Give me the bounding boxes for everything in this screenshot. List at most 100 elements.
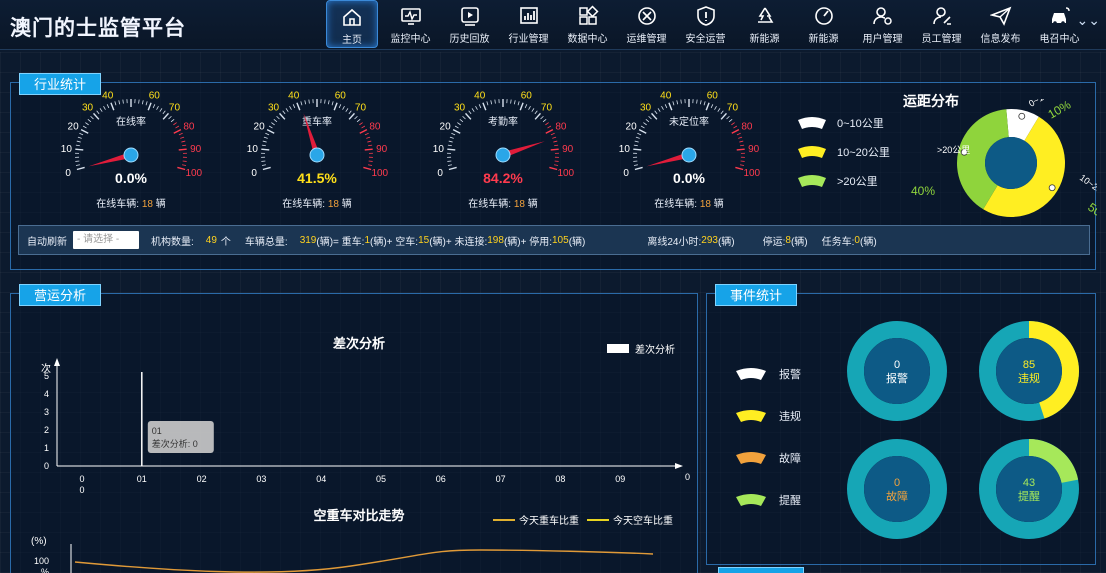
gauge-tick: [173, 128, 182, 134]
gauge-tick: [99, 108, 103, 112]
gauge-tick: [263, 136, 268, 139]
gauge-tick: [96, 110, 100, 115]
nav-item-8[interactable]: 新能源: [794, 0, 853, 48]
event-donut-label: 提醒: [1018, 490, 1040, 503]
gauge-tick-label: 90: [748, 144, 760, 155]
gauge-tick: [668, 102, 673, 111]
gauge-tick: [534, 112, 541, 120]
gauge-tick: [304, 100, 307, 105]
gauge-tick: [637, 132, 642, 136]
gauge-tick: [494, 99, 496, 104]
gauge-tick-label: 40: [660, 90, 672, 101]
gauge-tick: [664, 104, 668, 109]
gauge-tick: [703, 101, 706, 106]
event-legend-item: 违规: [735, 408, 801, 424]
nav-label: 运维管理: [626, 34, 667, 45]
event-donut-count: 0: [894, 477, 900, 489]
gauge-tick: [82, 125, 87, 129]
gauge-tick: [359, 122, 363, 126]
nav-item-0[interactable]: 主页: [326, 0, 378, 48]
gauge-caption-label: 在线车辆:: [654, 197, 700, 210]
nav-label: 安全运营: [685, 34, 726, 45]
chart1-x-tick: 02: [197, 474, 207, 484]
gauge-tick-label: 10: [619, 144, 631, 155]
gauge-tick-label: 80: [555, 121, 567, 132]
gauge-tick: [739, 140, 744, 143]
gauge-tick: [367, 140, 372, 143]
gauge-tick: [645, 118, 650, 123]
nav-item-6[interactable]: 安全运营: [676, 0, 735, 48]
gauge-tick-label: 60: [149, 90, 161, 101]
nav-label: 行业管理: [508, 34, 549, 45]
gauge-tick: [261, 144, 266, 147]
total-unit: (辆)= 重车:: [316, 236, 365, 248]
nav-item-7[interactable]: 新能源: [735, 0, 794, 48]
gauge-tick: [513, 100, 516, 105]
legend-swatch-icon: [736, 410, 766, 422]
gauge-value: 41.5%: [297, 170, 337, 186]
gauge-tick-label: 70: [169, 103, 181, 114]
playback-icon: [460, 7, 479, 26]
gauge-tick: [720, 110, 724, 115]
event-donut-center: [864, 338, 930, 404]
gauge-title: 在线率: [116, 115, 146, 128]
gauge-tick: [364, 148, 373, 151]
gauge-tick: [327, 100, 330, 105]
gauge-tick: [279, 112, 286, 120]
legend-swatch-icon: [736, 452, 766, 464]
gauge-caption-unit: 辆: [339, 197, 352, 210]
gauge-tick: [547, 125, 552, 129]
gauge-tick: [103, 106, 106, 110]
nav-item-11[interactable]: 信息发布: [971, 0, 1030, 48]
gauge-tick: [634, 166, 643, 171]
gauge-tick: [292, 104, 296, 109]
gauge-tick: [545, 122, 549, 126]
nav-item-9[interactable]: 用户管理: [853, 0, 912, 48]
gauge-caption-unit: 辆: [153, 197, 166, 210]
nav-item-2[interactable]: 历史回放: [440, 0, 499, 48]
gauge-tick: [338, 104, 342, 109]
gauge-tick: [333, 102, 338, 111]
gauge-tick: [740, 144, 745, 147]
gauge-tick: [447, 144, 452, 147]
total-label: 车辆总量:: [244, 236, 288, 248]
chart1-x-tick: 07: [496, 474, 506, 484]
stats-bar: 自动刷新 - 请选择 - 机构数量: 49 个 车辆总量: 319 (辆)= 重…: [18, 225, 1090, 255]
gauge-tick: [152, 104, 156, 109]
nav-item-10[interactable]: 员工管理: [912, 0, 971, 48]
nav-item-5[interactable]: 运维管理: [617, 0, 676, 48]
gauge-tick: [457, 122, 461, 126]
nav-label: 新能源: [749, 34, 780, 45]
nav-label: 主页: [342, 35, 362, 46]
chart1-y-tick: 2: [44, 425, 49, 435]
distance-legend-label: 0~10公里: [837, 118, 884, 130]
nav-item-3[interactable]: 行业管理: [499, 0, 558, 48]
org-value: 49: [205, 234, 217, 246]
gauge-tick: [178, 148, 187, 151]
gauge-tick: [717, 108, 721, 112]
unconnected-value: 198: [487, 234, 504, 246]
gauge-tick-label: 90: [376, 144, 388, 155]
expand-chevron-icon[interactable]: ⌄⌄: [1077, 12, 1100, 29]
gauge-tick: [490, 100, 493, 105]
legend-swatch-icon: [798, 175, 826, 187]
org-label: 机构数量:: [151, 236, 194, 248]
gauge-tick: [475, 106, 478, 110]
event-legend-label: 提醒: [779, 495, 801, 507]
distance-legend-item: 10~20公里: [797, 144, 890, 160]
refresh-select[interactable]: - 请选择 -: [73, 231, 139, 249]
chart1-y-tick: 4: [44, 389, 49, 399]
event-legend-item: 故障: [735, 450, 801, 466]
nav-item-1[interactable]: 监控中心: [381, 0, 440, 48]
gauge-tick: [262, 166, 271, 171]
data-grid-icon: [578, 5, 599, 25]
distance-slice-dot: [1048, 184, 1056, 192]
gauge-tick: [87, 118, 92, 123]
event-legend-item: 提醒: [735, 492, 801, 508]
offline-label: 离线24小时:: [647, 236, 702, 248]
nav-item-4[interactable]: 数据中心: [558, 0, 617, 48]
empty-value: 15: [418, 234, 430, 246]
gauge-tick: [731, 122, 735, 126]
chart1-y-tick: 1: [44, 443, 49, 453]
gauge-tick-label: 40: [288, 90, 300, 101]
